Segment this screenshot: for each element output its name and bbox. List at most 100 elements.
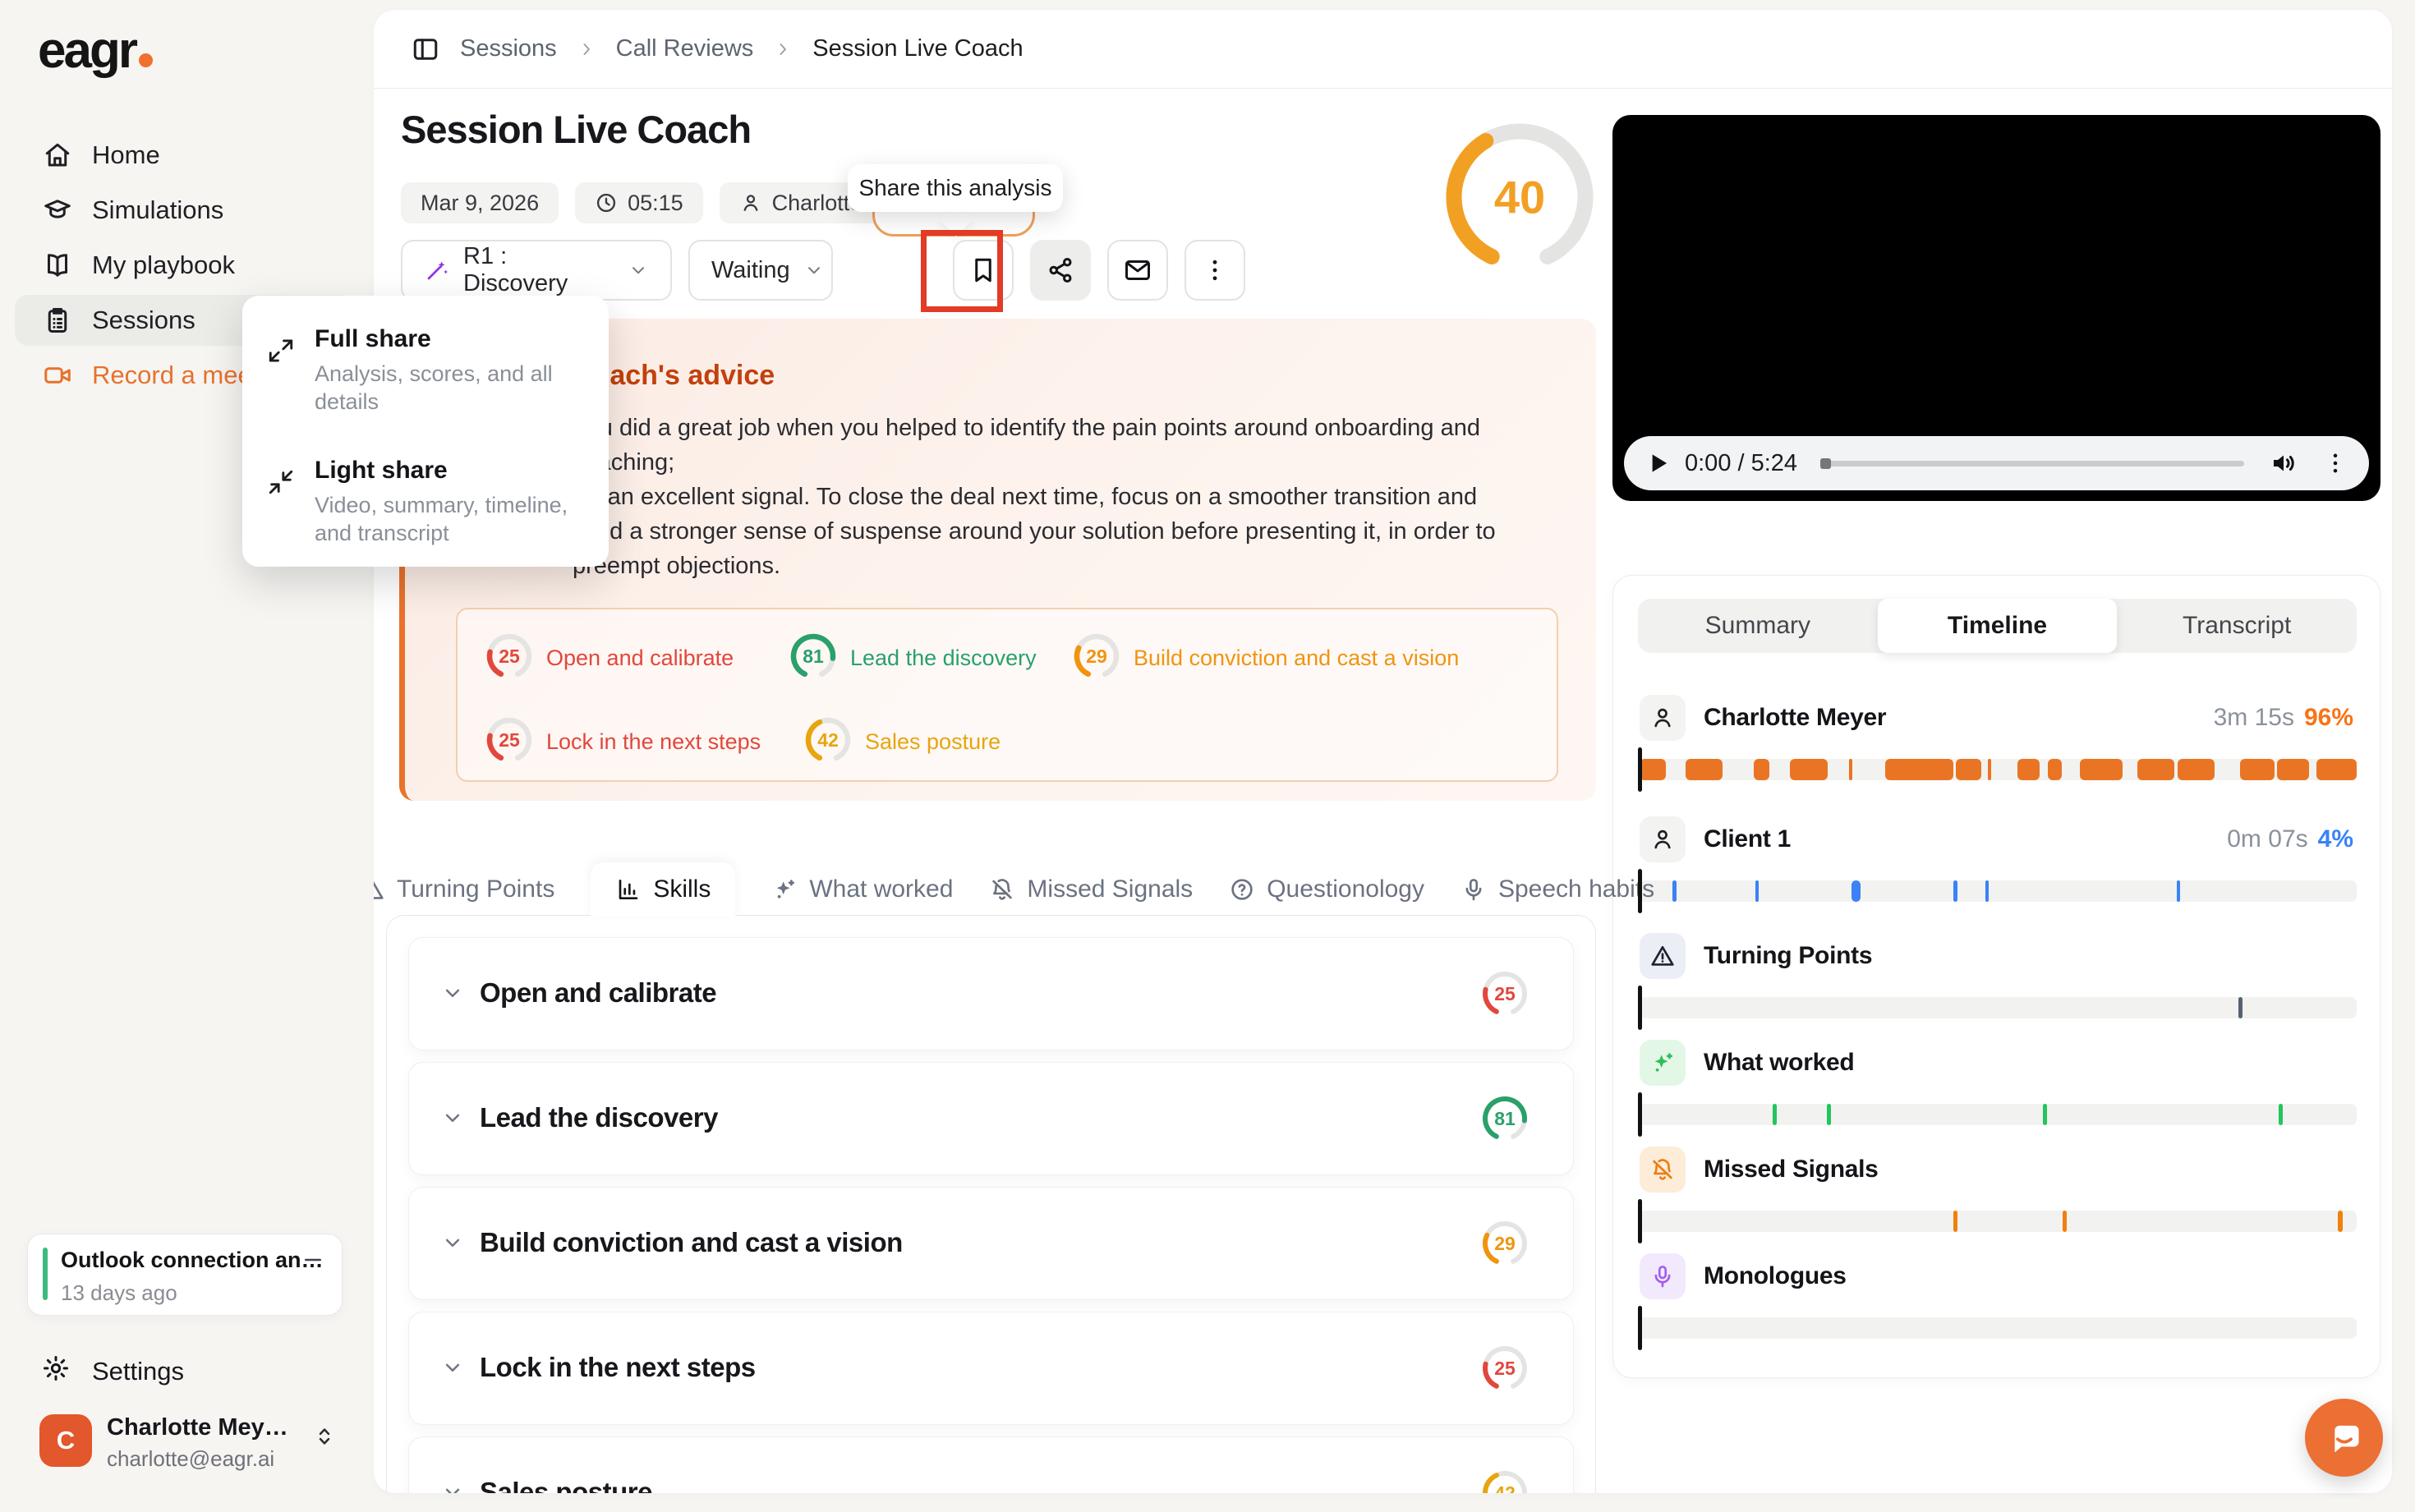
volume-icon[interactable] bbox=[2269, 448, 2298, 478]
score-ring: 25 bbox=[484, 715, 535, 770]
speaking-percentage: 4% bbox=[2317, 825, 2353, 853]
right-tab-timeline[interactable]: Timeline bbox=[1877, 599, 2118, 653]
clock-icon bbox=[595, 191, 618, 214]
tab-questionology[interactable]: Questionology bbox=[1229, 875, 1424, 903]
timeline-card: Summary Timeline Transcript Charlotte Meye… bbox=[1612, 575, 2380, 1378]
video-progress[interactable] bbox=[1820, 457, 2244, 469]
svg-text:81: 81 bbox=[1494, 1108, 1516, 1129]
timeline-row-label: Monologues bbox=[1640, 1253, 1847, 1299]
timeline-segment bbox=[1772, 1104, 1777, 1125]
sidebar-item-simulations[interactable]: Simulations bbox=[15, 185, 353, 236]
score-label: Open and calibrate bbox=[546, 646, 734, 670]
playhead-cursor[interactable] bbox=[1638, 869, 1642, 913]
eagr-logo[interactable]: eagr bbox=[38, 21, 153, 80]
email-button[interactable] bbox=[1107, 240, 1168, 301]
share-menu: Full share Analysis, scores, and all deta… bbox=[242, 296, 609, 567]
video-time: 0:00 / 5:24 bbox=[1685, 449, 1798, 476]
playhead-cursor[interactable] bbox=[1638, 1092, 1642, 1137]
skills-panel: Open and calibrate 25 Lead the discovery 81… bbox=[386, 915, 1596, 1493]
timeline-segment bbox=[1852, 880, 1861, 902]
chevrons-up-down-icon[interactable] bbox=[312, 1424, 337, 1453]
tab-what-worked[interactable]: What worked bbox=[771, 875, 953, 903]
right-tab-summary[interactable]: Summary bbox=[1638, 599, 1878, 653]
playhead-cursor[interactable] bbox=[1638, 747, 1642, 792]
panel-toggle-icon[interactable] bbox=[411, 34, 440, 64]
score-badge: 42 Sales posture bbox=[803, 715, 1000, 770]
timeline-row-name: Turning Points bbox=[1704, 942, 1873, 969]
breadcrumb-item[interactable]: Sessions bbox=[460, 35, 557, 62]
playhead-cursor[interactable] bbox=[1638, 1199, 1642, 1243]
score-badge: 25 Lock in the next steps bbox=[484, 715, 761, 770]
skill-accordion-row[interactable]: Lock in the next steps 25 bbox=[408, 1312, 1574, 1425]
svg-text:25: 25 bbox=[499, 646, 520, 667]
mic-icon bbox=[1460, 876, 1487, 903]
chat-launcher-button[interactable] bbox=[2305, 1399, 2383, 1477]
chat-smile-icon bbox=[2321, 1415, 2367, 1461]
timeline-segment bbox=[2177, 759, 2215, 780]
coach-message-line: build a stronger sense of suspense aroun… bbox=[573, 518, 1496, 545]
more-options-button[interactable] bbox=[1184, 240, 1245, 301]
score-label: Lock in the next steps bbox=[546, 729, 761, 754]
session-video[interactable]: 0:00 / 5:24 bbox=[1612, 115, 2380, 501]
timeline-row-label: What worked bbox=[1640, 1040, 1855, 1086]
timeline-track[interactable] bbox=[1640, 1211, 2357, 1232]
timeline-row-name: Missed Signals bbox=[1704, 1156, 1879, 1183]
timeline-segment bbox=[1955, 759, 1981, 780]
tab-missed-signals[interactable]: Missed Signals bbox=[989, 875, 1193, 903]
status-select[interactable]: Waiting bbox=[688, 240, 833, 301]
tab-speech-habits[interactable]: Speech habits bbox=[1460, 875, 1654, 903]
timeline-track[interactable] bbox=[1640, 1317, 2357, 1339]
score-badge: 25 Open and calibrate bbox=[484, 631, 734, 686]
chevron-right-icon bbox=[773, 39, 793, 59]
skill-accordion-row[interactable]: Lead the discovery 81 bbox=[408, 1062, 1574, 1175]
overall-score-gauge: 40 bbox=[1438, 115, 1602, 279]
timeline-track[interactable] bbox=[1640, 759, 2357, 780]
share-menu-item-desc: Video, summary, timeline, and transcript bbox=[315, 493, 568, 545]
toolbar: R1 : Discovery Waiting bbox=[401, 240, 1245, 301]
video-kebab-icon[interactable] bbox=[2321, 449, 2349, 477]
outlook-notification-card[interactable]: Outlook connection an… 13 days ago bbox=[27, 1234, 343, 1316]
timeline-row-name: Charlotte Meyer bbox=[1704, 704, 1887, 731]
chevron-down-icon bbox=[440, 1105, 465, 1134]
mic-icon bbox=[1640, 1253, 1686, 1299]
speaking-duration: 3m 15s bbox=[2213, 704, 2294, 731]
skill-accordion-row[interactable]: Build conviction and cast a vision 29 bbox=[408, 1187, 1574, 1300]
tab-label: Turning Points bbox=[397, 875, 555, 903]
share-button[interactable] bbox=[1030, 240, 1091, 301]
timeline-track[interactable] bbox=[1640, 880, 2357, 902]
share-menu-item-light-share[interactable]: Light share Video, summary, timeline, and… bbox=[242, 457, 609, 572]
expand-icon bbox=[267, 337, 295, 369]
playhead-cursor[interactable] bbox=[1638, 986, 1642, 1030]
play-icon[interactable] bbox=[1642, 448, 1673, 479]
sidebar-item-my-playbook[interactable]: My playbook bbox=[15, 240, 353, 291]
skill-accordion-row[interactable]: Sales posture 42 bbox=[408, 1436, 1574, 1493]
date-pill: Mar 9, 2026 bbox=[401, 182, 559, 223]
sidebar-item-settings[interactable]: Settings bbox=[41, 1353, 184, 1390]
timeline-segment bbox=[1685, 759, 1723, 780]
tab-turning-points[interactable]: Turning Points bbox=[374, 875, 555, 903]
bookmark-button[interactable] bbox=[953, 240, 1014, 301]
breadcrumb-item[interactable]: Call Reviews bbox=[616, 35, 754, 62]
minus-icon[interactable] bbox=[301, 1248, 325, 1276]
timeline-track[interactable] bbox=[1640, 997, 2357, 1018]
playhead-cursor[interactable] bbox=[1638, 1306, 1642, 1350]
tab-skills[interactable]: Skills bbox=[591, 862, 736, 917]
round-select[interactable]: R1 : Discovery bbox=[401, 240, 672, 301]
share-menu-item-full-share[interactable]: Full share Analysis, scores, and all deta… bbox=[242, 325, 609, 440]
timeline-segment bbox=[1848, 759, 1853, 780]
timeline-segment bbox=[2278, 1104, 2284, 1125]
sidebar-item-label: My playbook bbox=[92, 250, 236, 279]
sidebar-item-home[interactable]: Home bbox=[15, 130, 353, 181]
tab-label: What worked bbox=[809, 875, 954, 903]
timeline-row-label: Missed Signals bbox=[1640, 1147, 1879, 1193]
score-label: Build conviction and cast a vision bbox=[1134, 646, 1460, 670]
timeline-track[interactable] bbox=[1640, 1104, 2357, 1125]
svg-text:25: 25 bbox=[499, 729, 520, 751]
user-menu[interactable]: C Charlotte Mey… charlotte@eagr.ai bbox=[39, 1414, 343, 1480]
envelope-icon bbox=[1123, 255, 1152, 285]
bell-off-icon bbox=[1640, 1147, 1686, 1193]
skill-accordion-row[interactable]: Open and calibrate 25 bbox=[408, 937, 1574, 1050]
right-tab-transcript[interactable]: Transcript bbox=[2117, 599, 2357, 653]
timeline-segment bbox=[1884, 759, 1954, 780]
timeline-segment bbox=[2277, 759, 2310, 780]
